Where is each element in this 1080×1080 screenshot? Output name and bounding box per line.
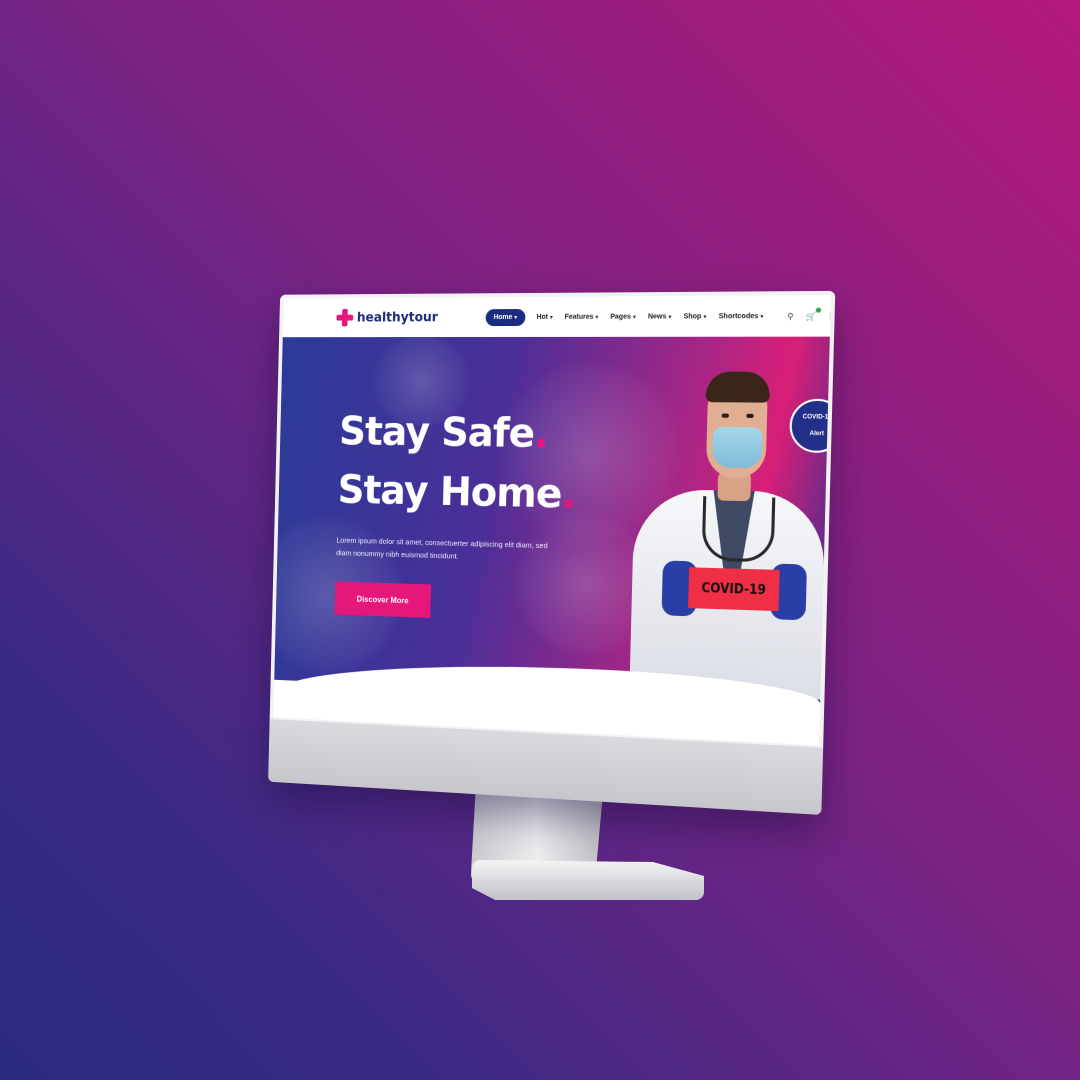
heading-text: Stay Home xyxy=(337,468,562,518)
site-logo[interactable]: healthytour xyxy=(336,308,438,326)
covid-sign: COVID-19 xyxy=(688,567,780,611)
menu-label: Home xyxy=(493,314,512,321)
menu-label: Shortcodes xyxy=(719,313,759,320)
face-mask xyxy=(712,427,762,469)
menu-item-shortcodes[interactable]: Shortcodes▼ xyxy=(719,312,765,319)
eye xyxy=(746,414,753,418)
nav-icons: ⚲ 🛒 ☰ xyxy=(787,311,831,321)
chevron-down-icon: ▼ xyxy=(594,314,599,320)
discover-more-button[interactable]: Discover More xyxy=(335,581,431,618)
stethoscope xyxy=(702,496,776,562)
eye xyxy=(722,414,729,418)
chevron-down-icon: ▼ xyxy=(549,314,554,320)
chevron-down-icon: ▼ xyxy=(667,314,672,320)
hero-heading-line2: Stay Home. xyxy=(337,468,576,518)
bubble-line: Alert xyxy=(800,430,830,439)
heading-text: Stay Safe xyxy=(339,409,535,457)
logo-text: healthytour xyxy=(357,310,438,325)
website-screen: healthytour Home▼ Hot▼ Features▼ Pages▼ … xyxy=(273,295,831,745)
cart-badge xyxy=(816,307,821,312)
heading-dot: . xyxy=(534,411,549,457)
main-menu: Home▼ Hot▼ Features▼ Pages▼ News▼ Shop▼ … xyxy=(486,307,765,325)
medical-cross-icon xyxy=(336,309,353,327)
heading-dot: . xyxy=(561,471,576,517)
menu-item-hot[interactable]: Hot▼ xyxy=(536,313,553,320)
menu-label: News xyxy=(648,313,667,320)
cart-icon[interactable]: 🛒 xyxy=(806,311,817,320)
menu-label: Features xyxy=(565,313,594,320)
hair xyxy=(706,372,771,403)
top-navbar: healthytour Home▼ Hot▼ Features▼ Pages▼ … xyxy=(283,295,831,337)
menu-label: Hot xyxy=(536,313,548,320)
chevron-down-icon: ▼ xyxy=(702,314,707,320)
monitor: healthytour Home▼ Hot▼ Features▼ Pages▼ … xyxy=(268,291,835,817)
bubble-line: COVID-19 xyxy=(800,413,830,422)
chevron-down-icon: ▼ xyxy=(513,315,518,321)
menu-label: Shop xyxy=(683,313,701,320)
menu-item-features[interactable]: Features▼ xyxy=(565,313,600,320)
hero-heading-line1: Stay Safe. xyxy=(339,409,549,457)
chevron-down-icon: ▼ xyxy=(632,314,637,320)
menu-item-shop[interactable]: Shop▼ xyxy=(683,313,707,320)
menu-item-home[interactable]: Home▼ xyxy=(486,308,527,325)
menu-item-pages[interactable]: Pages▼ xyxy=(610,313,637,320)
hero-section: Stay Safe. Stay Home. Lorem ipsum dolor … xyxy=(274,337,830,705)
search-icon[interactable]: ⚲ xyxy=(787,311,793,320)
chevron-down-icon: ▼ xyxy=(759,314,764,320)
menu-label: Pages xyxy=(610,313,631,320)
monitor-stand-base xyxy=(472,860,704,900)
menu-item-news[interactable]: News▼ xyxy=(648,313,673,320)
